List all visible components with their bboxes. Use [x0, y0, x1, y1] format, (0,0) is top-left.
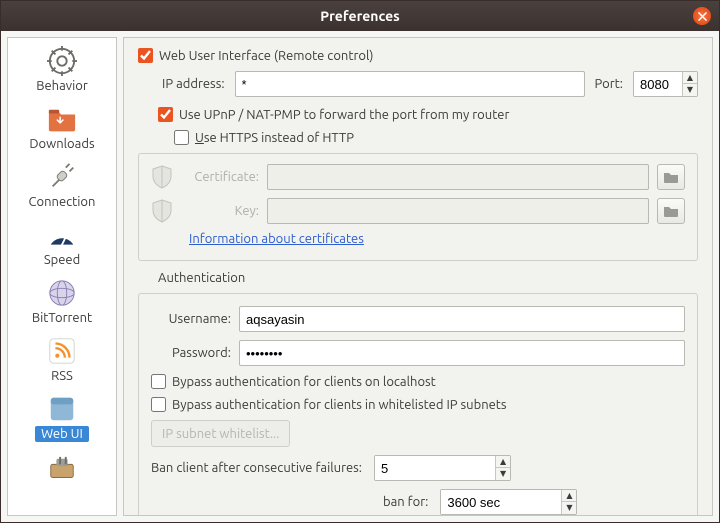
sidebar-item-bittorrent[interactable]: BitTorrent [8, 274, 116, 332]
ban-for-label: ban for: [383, 495, 428, 509]
sidebar-item-web-ui[interactable]: Web UI [8, 390, 116, 448]
certificate-input [267, 164, 649, 190]
web-ui-icon [47, 394, 77, 424]
sidebar-item-label: BitTorrent [26, 310, 98, 326]
folder-icon [663, 204, 679, 218]
rss-icon [47, 336, 77, 366]
sidebar: Behavior Downloads Connection Speed [7, 37, 117, 516]
bypass-localhost-checkbox[interactable]: Bypass authentication for clients on loc… [151, 374, 436, 389]
sidebar-item-speed[interactable]: Speed [8, 216, 116, 274]
download-folder-icon [47, 104, 77, 134]
spin-buttons[interactable]: ▲▼ [682, 72, 697, 96]
password-label: Password: [151, 346, 231, 360]
https-fieldset: Certificate: Key: Information [138, 153, 698, 261]
close-icon [698, 12, 707, 21]
https-label: UUse HTTPS instead of HTTPse HTTPS inste… [195, 131, 354, 145]
sidebar-item-label: Speed [38, 252, 86, 268]
shield-icon [151, 164, 173, 190]
authentication-fieldset: Username: Password: Bypass authenticatio… [138, 293, 698, 516]
sidebar-item-downloads[interactable]: Downloads [8, 100, 116, 158]
chevron-down-icon[interactable]: ▼ [683, 84, 697, 96]
key-label: Key: [181, 204, 259, 218]
chevron-up-icon[interactable]: ▲ [683, 72, 697, 84]
authentication-heading: Authentication [138, 271, 698, 285]
ban-for-spinbox[interactable]: ▲▼ [440, 489, 577, 515]
close-button[interactable] [693, 7, 711, 25]
sidebar-item-rss[interactable]: RSS [8, 332, 116, 390]
upnp-checkbox[interactable]: Use UPnP / NAT-PMP to forward the port f… [158, 107, 509, 122]
sidebar-item-label: Behavior [30, 78, 94, 94]
preferences-window: Preferences Behavior Downloads [0, 0, 720, 523]
upnp-label: Use UPnP / NAT-PMP to forward the port f… [179, 108, 509, 122]
window-body: Behavior Downloads Connection Speed [1, 31, 719, 522]
ban-for-input[interactable] [441, 490, 561, 514]
sidebar-item-advanced[interactable] [8, 448, 116, 488]
sidebar-item-label: RSS [45, 368, 79, 384]
spin-buttons[interactable]: ▲▼ [495, 456, 510, 480]
enable-webui-checkbox[interactable]: Web User Interface (Remote control) [138, 48, 373, 63]
web-ui-panel: Web User Interface (Remote control) IP a… [123, 37, 713, 516]
gear-icon [47, 46, 77, 76]
window-title: Preferences [1, 8, 719, 24]
certificate-label: Certificate: [181, 170, 259, 184]
key-input [267, 198, 649, 224]
globe-icon [47, 278, 77, 308]
bypass-whitelist-label: Bypass authentication for clients in whi… [172, 398, 507, 412]
sidebar-item-label: Web UI [35, 426, 89, 442]
enable-webui-label: Web User Interface (Remote control) [159, 49, 373, 63]
port-input[interactable] [634, 72, 682, 96]
ban-after-label: Ban client after consecutive failures: [151, 461, 362, 475]
ban-after-input[interactable] [375, 456, 495, 480]
ip-whitelist-button: IP subnet whitelist... [151, 420, 290, 447]
bypass-localhost-label: Bypass authentication for clients on loc… [172, 375, 436, 389]
sidebar-item-behavior[interactable]: Behavior [8, 42, 116, 100]
certificate-info-link[interactable]: Information about certificates [189, 232, 364, 246]
spin-buttons[interactable]: ▲▼ [561, 490, 576, 514]
port-spinbox[interactable]: ▲▼ [633, 71, 698, 97]
shield-icon [151, 198, 173, 224]
certificate-browse-button [657, 164, 685, 190]
sidebar-item-label: Downloads [23, 136, 100, 152]
password-input[interactable] [239, 340, 685, 366]
bypass-whitelist-checkbox[interactable]: Bypass authentication for clients in whi… [151, 397, 507, 412]
ip-address-label: IP address: [162, 77, 225, 91]
https-checkbox[interactable]: UUse HTTPS instead of HTTPse HTTPS inste… [174, 130, 354, 145]
chevron-up-icon[interactable]: ▲ [562, 490, 576, 502]
folder-icon [663, 170, 679, 184]
key-browse-button [657, 198, 685, 224]
chevron-down-icon[interactable]: ▼ [496, 468, 510, 480]
chevron-up-icon[interactable]: ▲ [496, 456, 510, 468]
ip-address-input[interactable] [235, 71, 585, 97]
toolbox-icon [47, 452, 77, 482]
gauge-icon [47, 220, 77, 250]
port-label: Port: [595, 77, 623, 91]
chevron-down-icon[interactable]: ▼ [562, 502, 576, 514]
ban-after-spinbox[interactable]: ▲▼ [374, 455, 511, 481]
username-input[interactable] [239, 306, 685, 332]
titlebar: Preferences [1, 1, 719, 31]
sidebar-item-connection[interactable]: Connection [8, 158, 116, 216]
sidebar-item-label: Connection [23, 194, 102, 210]
username-label: Username: [151, 312, 231, 326]
plug-icon [47, 162, 77, 192]
